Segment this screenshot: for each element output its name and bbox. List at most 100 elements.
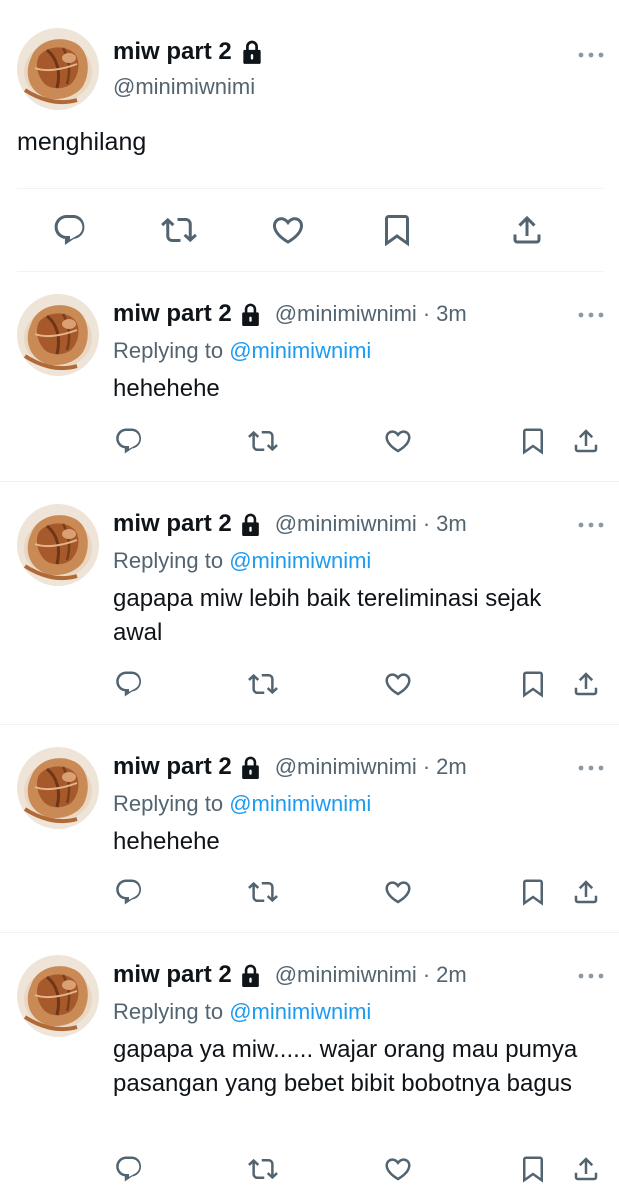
share-icon xyxy=(509,212,545,248)
share-icon xyxy=(571,426,601,456)
mention-link[interactable]: @minimiwnimi xyxy=(229,338,371,363)
bookmark-button[interactable] xyxy=(516,875,550,909)
bookmark-button[interactable] xyxy=(516,424,550,458)
reply-button[interactable] xyxy=(112,1152,146,1186)
share-button[interactable] xyxy=(569,875,603,909)
tweet-text: hehehehe xyxy=(113,828,220,855)
more-icon[interactable] xyxy=(578,765,604,771)
bookmark-icon xyxy=(518,669,548,699)
more-icon[interactable] xyxy=(578,312,604,318)
lock-icon xyxy=(240,963,261,988)
display-name[interactable]: miw part 2 xyxy=(113,300,232,328)
display-name[interactable]: miw part 2 xyxy=(113,961,232,989)
display-name[interactable]: miw part 2 xyxy=(113,38,232,66)
like-icon xyxy=(383,426,413,456)
author-row: miw part 2 @minimiwnimi · 3m xyxy=(113,510,467,538)
lock-icon xyxy=(240,755,261,780)
timestamp[interactable]: 3m xyxy=(436,511,467,537)
handle[interactable]: @minimiwnimi xyxy=(275,511,417,537)
reply-tweet[interactable]: miw part 2 @minimiwnimi · 3m Replying to… xyxy=(0,272,619,482)
more-icon[interactable] xyxy=(578,522,604,528)
display-name[interactable]: miw part 2 xyxy=(113,753,232,781)
timestamp[interactable]: 2m xyxy=(436,962,467,988)
bookmark-button[interactable] xyxy=(377,210,417,250)
author-row: miw part 2 @minimiwnimi · 3m xyxy=(113,300,467,328)
retweet-button[interactable] xyxy=(246,875,280,909)
bookmark-icon xyxy=(518,877,548,907)
reply-button[interactable] xyxy=(112,667,146,701)
avatar-photo xyxy=(17,747,99,829)
replying-prefix: Replying to xyxy=(113,791,230,816)
share-icon xyxy=(571,877,601,907)
handle[interactable]: @minimiwnimi xyxy=(275,754,417,780)
lock-icon xyxy=(241,39,263,65)
avatar[interactable] xyxy=(17,28,99,110)
like-button[interactable] xyxy=(381,875,415,909)
mention-link[interactable]: @minimiwnimi xyxy=(229,791,371,816)
retweet-button[interactable] xyxy=(159,210,199,250)
retweet-icon xyxy=(248,877,278,907)
divider xyxy=(17,188,603,189)
reply-tweet[interactable]: miw part 2 @minimiwnimi · 2m Replying to… xyxy=(0,933,619,1200)
retweet-button[interactable] xyxy=(246,424,280,458)
retweet-icon xyxy=(248,426,278,456)
tweet-text: gapapa ya miw...... wajar orang mau pumy… xyxy=(113,1036,578,1097)
bookmark-icon xyxy=(518,1154,548,1184)
mention-link[interactable]: @minimiwnimi xyxy=(229,999,371,1024)
share-button[interactable] xyxy=(569,1152,603,1186)
reply-button[interactable] xyxy=(112,424,146,458)
retweet-button[interactable] xyxy=(246,1152,280,1186)
share-button[interactable] xyxy=(507,210,547,250)
reply-icon xyxy=(52,212,88,248)
handle[interactable]: @minimiwnimi xyxy=(275,962,417,988)
replying-prefix: Replying to xyxy=(113,999,230,1024)
display-name[interactable]: miw part 2 xyxy=(113,510,232,538)
replying-to: Replying to @minimiwnimi xyxy=(113,999,371,1025)
bookmark-button[interactable] xyxy=(516,1152,550,1186)
share-button[interactable] xyxy=(569,424,603,458)
like-button[interactable] xyxy=(381,667,415,701)
like-button[interactable] xyxy=(381,424,415,458)
tweet-text: gapapa miw lebih baik tereliminasi sejak… xyxy=(113,585,542,646)
avatar[interactable] xyxy=(17,747,99,829)
bookmark-button[interactable] xyxy=(516,667,550,701)
share-button[interactable] xyxy=(569,667,603,701)
retweet-icon xyxy=(248,1154,278,1184)
replying-to: Replying to @minimiwnimi xyxy=(113,338,371,364)
like-icon xyxy=(383,877,413,907)
avatar[interactable] xyxy=(17,294,99,376)
handle[interactable]: @minimiwnimi xyxy=(275,301,417,327)
replying-to: Replying to @minimiwnimi xyxy=(113,791,371,817)
retweet-icon xyxy=(161,212,197,248)
reply-tweet[interactable]: miw part 2 @minimiwnimi · 2m Replying to… xyxy=(0,725,619,933)
like-icon xyxy=(270,212,306,248)
separator: · xyxy=(422,301,431,326)
separator: · xyxy=(422,754,431,779)
handle[interactable]: @minimiwnimi xyxy=(113,74,255,100)
reply-icon xyxy=(114,669,144,699)
reply-button[interactable] xyxy=(50,210,90,250)
retweet-button[interactable] xyxy=(246,667,280,701)
reply-tweet[interactable]: miw part 2 @minimiwnimi · 3m Replying to… xyxy=(0,482,619,725)
reply-button[interactable] xyxy=(112,875,146,909)
timestamp[interactable]: 2m xyxy=(436,754,467,780)
replying-prefix: Replying to xyxy=(113,548,230,573)
mention-link[interactable]: @minimiwnimi xyxy=(229,548,371,573)
more-icon[interactable] xyxy=(578,52,604,58)
share-icon xyxy=(571,1154,601,1184)
retweet-icon xyxy=(248,669,278,699)
reply-icon xyxy=(114,1154,144,1184)
timestamp[interactable]: 3m xyxy=(436,301,467,327)
like-button[interactable] xyxy=(268,210,308,250)
share-icon xyxy=(571,669,601,699)
separator: · xyxy=(422,962,431,987)
reply-icon xyxy=(114,877,144,907)
replying-to: Replying to @minimiwnimi xyxy=(113,548,371,574)
main-tweet: miw part 2 @minimiwnimi menghilang xyxy=(0,0,619,272)
avatar[interactable] xyxy=(17,955,99,1037)
like-icon xyxy=(383,1154,413,1184)
like-button[interactable] xyxy=(381,1152,415,1186)
reply-icon xyxy=(114,426,144,456)
avatar[interactable] xyxy=(17,504,99,586)
more-icon[interactable] xyxy=(578,973,604,979)
